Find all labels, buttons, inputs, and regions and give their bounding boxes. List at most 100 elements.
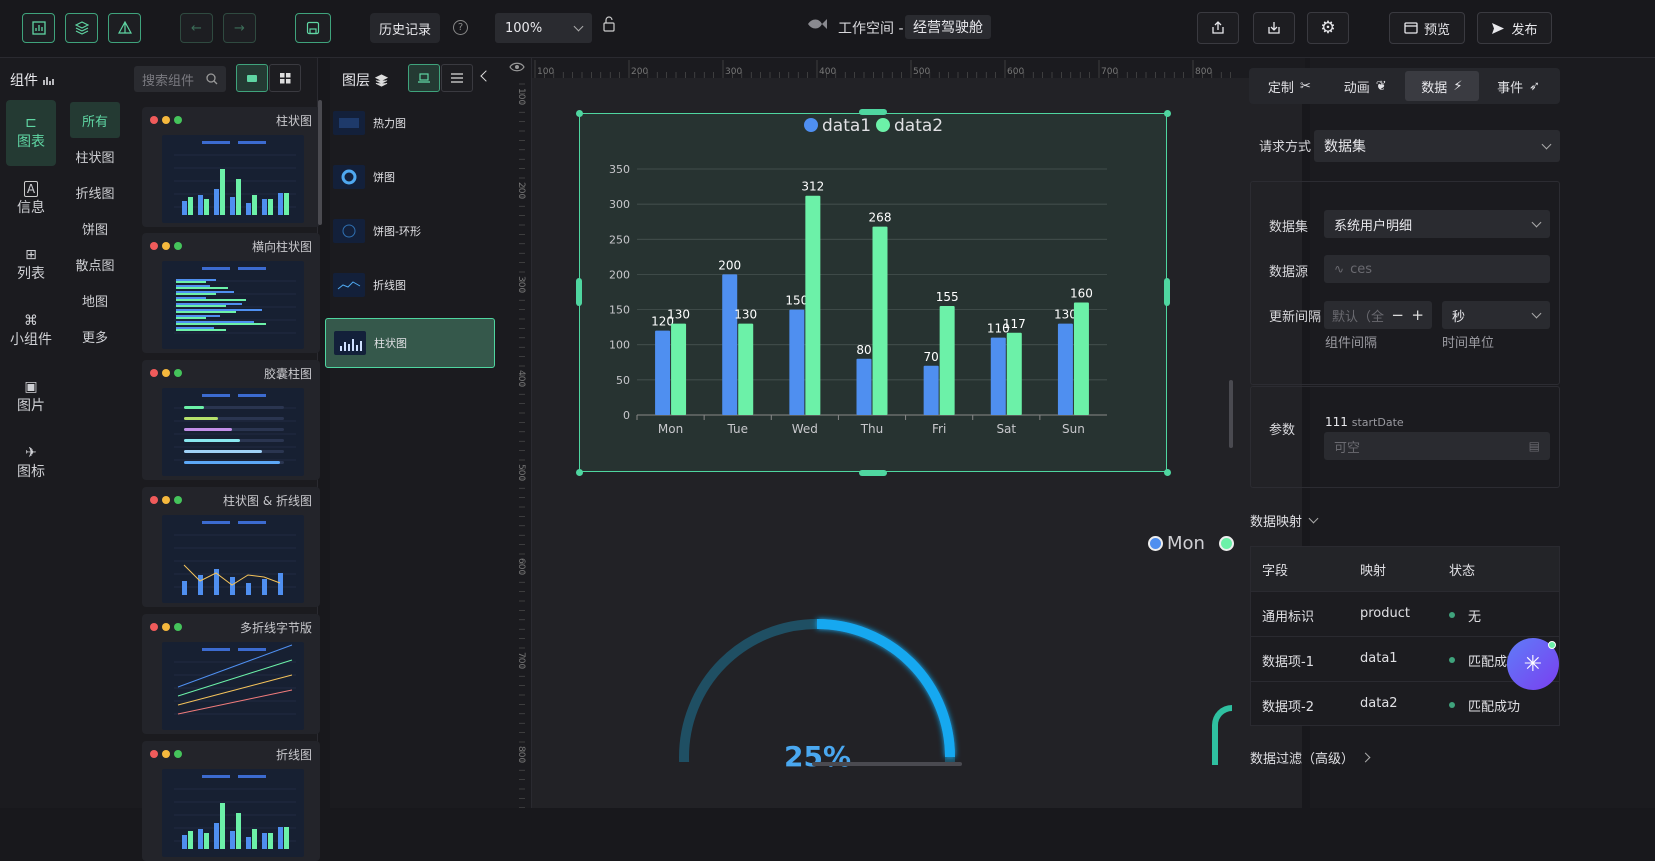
bar-data2[interactable] bbox=[1073, 302, 1089, 415]
tab-data[interactable]: 数据 ⚡ bbox=[1404, 71, 1480, 101]
time-unit-select[interactable]: 秒 bbox=[1442, 301, 1550, 329]
legend-label[interactable]: data1 bbox=[822, 116, 871, 136]
top-toolbar: ← → 历史记录 ? 100% 工作空间 - 经营驾驶舱 ⚙ 预览 发布 bbox=[0, 0, 1655, 58]
resize-handle-bottom[interactable] bbox=[859, 470, 887, 476]
datasource-input[interactable]: ∿ ces bbox=[1324, 255, 1550, 283]
resize-handle-tl[interactable] bbox=[576, 110, 583, 117]
mapping-header[interactable]: 数据映射 bbox=[1250, 511, 1319, 530]
legend-dot[interactable] bbox=[876, 118, 890, 132]
unlock-icon[interactable] bbox=[603, 16, 615, 36]
sub-line[interactable]: 折线图 bbox=[66, 174, 124, 210]
bar-data1[interactable] bbox=[655, 330, 671, 415]
component-card[interactable]: 胶囊柱图 bbox=[142, 360, 320, 480]
dataset-select[interactable]: 系统用户明细 bbox=[1324, 210, 1550, 238]
sub-more[interactable]: 更多 bbox=[66, 318, 124, 354]
sub-all[interactable]: 所有 bbox=[70, 102, 120, 138]
history-button[interactable]: 历史记录 bbox=[370, 13, 440, 43]
filter-toggle-button[interactable] bbox=[108, 13, 141, 43]
arrow-right-icon: → bbox=[234, 20, 245, 36]
layers-toggle-button[interactable] bbox=[65, 13, 98, 43]
redo-button[interactable]: → bbox=[223, 13, 256, 43]
card-view-toggle[interactable] bbox=[236, 64, 268, 92]
assistant-fab[interactable]: ✳ bbox=[1507, 638, 1559, 690]
bar-data1[interactable] bbox=[1057, 323, 1073, 415]
resize-handle-top[interactable] bbox=[859, 109, 887, 115]
component-card[interactable]: 多折线字节版 bbox=[142, 614, 320, 734]
nav-image[interactable]: ▣ 图片 bbox=[0, 364, 62, 430]
component-list-scrollbar[interactable] bbox=[318, 100, 322, 225]
ruler-tick-label: 200 bbox=[516, 182, 526, 199]
export-button[interactable] bbox=[1197, 12, 1239, 44]
layer-thumb-view-toggle[interactable] bbox=[408, 64, 440, 92]
bar-data2[interactable] bbox=[738, 323, 754, 415]
chart-view-button[interactable] bbox=[22, 13, 55, 43]
tab-customize[interactable]: 定制 ✂ bbox=[1253, 71, 1326, 101]
bar-data2[interactable] bbox=[805, 195, 821, 415]
nav-widget[interactable]: ⌘ 小组件 bbox=[0, 298, 62, 364]
resize-handle-br[interactable] bbox=[1164, 469, 1171, 476]
undo-button[interactable]: ← bbox=[180, 13, 213, 43]
bar-data1[interactable] bbox=[856, 358, 872, 415]
bar-data2[interactable] bbox=[872, 226, 888, 415]
data-label: 160 bbox=[1070, 287, 1093, 301]
bar-data2[interactable] bbox=[671, 323, 687, 415]
layer-item[interactable]: 热力图 bbox=[325, 98, 495, 148]
zoom-select[interactable]: 100% bbox=[495, 13, 592, 43]
component-search-input[interactable]: 搜索组件 bbox=[134, 66, 226, 92]
sub-bar[interactable]: 柱状图 bbox=[66, 138, 124, 174]
nav-list[interactable]: ⊞ 列表 bbox=[0, 232, 62, 298]
param-date-input[interactable]: 可空 ▤ bbox=[1324, 432, 1550, 460]
import-button[interactable] bbox=[1253, 12, 1295, 44]
nav-info[interactable]: A 信息 bbox=[0, 166, 62, 232]
legend-dot[interactable] bbox=[804, 118, 818, 132]
bar-data1[interactable] bbox=[990, 337, 1006, 415]
pulse-icon: ∿ bbox=[1334, 262, 1345, 276]
nav-chart[interactable]: ⊏ 图表 bbox=[6, 100, 56, 166]
resize-handle-left[interactable] bbox=[576, 278, 582, 306]
request-method-select[interactable]: 数据集 bbox=[1314, 130, 1560, 162]
tab-events[interactable]: 事件 ➶ bbox=[1481, 71, 1556, 101]
bar-data2[interactable] bbox=[939, 306, 955, 415]
bar-data1[interactable] bbox=[722, 274, 738, 415]
component-card[interactable]: 柱状图 bbox=[142, 107, 320, 227]
layer-item[interactable]: 柱状图 bbox=[325, 318, 495, 368]
collapse-layer-panel-icon[interactable] bbox=[480, 70, 492, 82]
bar-data1[interactable] bbox=[923, 365, 939, 415]
layer-item[interactable]: 折线图 bbox=[325, 260, 495, 310]
help-icon[interactable]: ? bbox=[453, 20, 468, 35]
bar-data1[interactable] bbox=[789, 309, 805, 415]
minus-icon[interactable]: − bbox=[1391, 306, 1404, 324]
eye-icon[interactable] bbox=[509, 61, 525, 77]
layer-item[interactable]: 饼图-环形 bbox=[325, 206, 495, 256]
canvas-scrollbar-vertical[interactable] bbox=[1229, 380, 1233, 448]
history-label: 历史记录 bbox=[378, 22, 431, 38]
mapping-row: 通用标识 product 无 bbox=[1251, 591, 1559, 636]
bar-data2[interactable] bbox=[1006, 332, 1022, 415]
tab-animation[interactable]: 动画 ❦ bbox=[1328, 71, 1403, 101]
preview-button[interactable]: 预览 bbox=[1389, 12, 1465, 44]
resize-handle-bl[interactable] bbox=[576, 469, 583, 476]
canvas-scrollbar-horizontal[interactable] bbox=[812, 762, 962, 766]
layer-item[interactable]: 饼图 bbox=[325, 152, 495, 202]
legend-label[interactable]: data2 bbox=[894, 116, 943, 136]
publish-button[interactable]: 发布 bbox=[1477, 12, 1552, 44]
grid-view-toggle[interactable] bbox=[269, 64, 301, 92]
sub-scatter[interactable]: 散点图 bbox=[66, 246, 124, 282]
chevron-down-icon bbox=[1308, 513, 1319, 524]
workspace-name[interactable]: 经营驾驶舱 bbox=[905, 15, 991, 39]
plus-icon[interactable]: + bbox=[1411, 306, 1424, 324]
component-card[interactable]: 横向柱状图 bbox=[142, 233, 320, 353]
component-card[interactable]: 折线图 bbox=[142, 741, 320, 861]
interval-stepper[interactable]: 默认（全 − + bbox=[1324, 301, 1432, 329]
save-button[interactable] bbox=[295, 13, 331, 43]
resize-handle-right[interactable] bbox=[1164, 278, 1170, 306]
nav-icon[interactable]: ✈ 图标 bbox=[0, 430, 62, 496]
component-card[interactable]: 柱状图 & 折线图 bbox=[142, 487, 320, 607]
card-header: 柱状图 & 折线图 bbox=[142, 487, 320, 513]
resize-handle-tr[interactable] bbox=[1164, 110, 1171, 117]
layer-list-view-toggle[interactable] bbox=[441, 64, 473, 92]
sub-map[interactable]: 地图 bbox=[66, 282, 124, 318]
settings-button[interactable]: ⚙ bbox=[1307, 12, 1349, 44]
sub-pie[interactable]: 饼图 bbox=[66, 210, 124, 246]
filter-header[interactable]: 数据过滤（高级） bbox=[1250, 748, 1371, 767]
